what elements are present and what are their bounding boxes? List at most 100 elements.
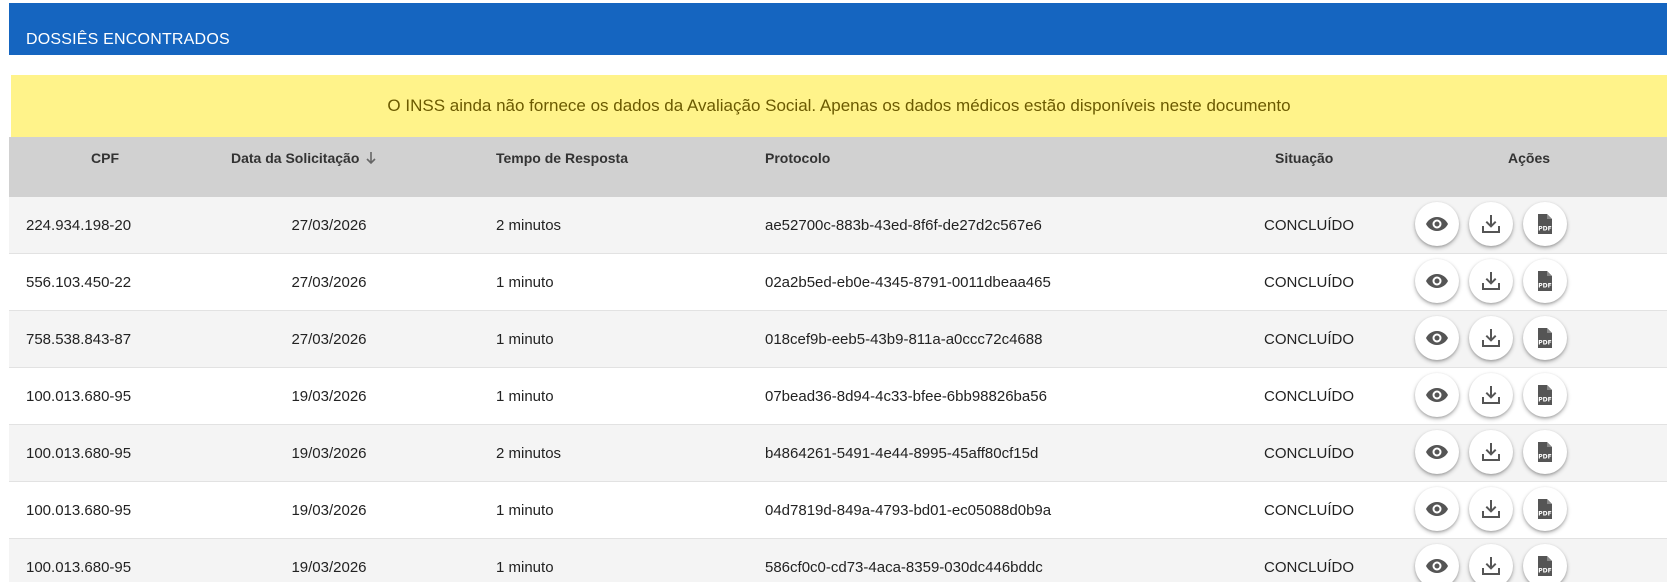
download-button[interactable]: [1469, 202, 1513, 246]
cell-tempo: 1 minuto: [496, 387, 554, 405]
cell-cpf: 100.013.680-95: [26, 501, 132, 519]
header-tempo-resposta[interactable]: Tempo de Resposta: [496, 150, 628, 166]
download-icon: [1482, 500, 1500, 518]
header-data-label: Data da Solicitação: [231, 150, 360, 166]
table-row: 100.013.680-95 19/03/2026 1 minuto 04d78…: [9, 482, 1667, 539]
table-row: 100.013.680-95 19/03/2026 2 minutos b486…: [9, 425, 1667, 482]
cell-cpf: 100.013.680-95: [26, 387, 132, 405]
cell-tempo: 1 minuto: [496, 273, 554, 291]
header-data-solicitacao[interactable]: Data da Solicitação: [231, 150, 377, 166]
notice-banner: O INSS ainda não fornece os dados da Ava…: [11, 75, 1667, 137]
cell-situacao: CONCLUÍDO: [1263, 273, 1354, 291]
cell-tempo: 1 minuto: [496, 501, 554, 519]
pdf-button[interactable]: PDF: [1523, 316, 1567, 360]
download-icon: [1482, 557, 1500, 575]
table-header: CPF Data da Solicitação Tempo de Respost…: [9, 137, 1667, 197]
pdf-button[interactable]: PDF: [1523, 430, 1567, 474]
table-row: 758.538.843-87 27/03/2026 1 minuto 018ce…: [9, 311, 1667, 368]
cell-protocolo: 018cef9b-eeb5-43b9-811a-a0ccc72c4688: [765, 330, 1043, 348]
eye-icon: [1426, 502, 1448, 516]
download-button[interactable]: [1469, 544, 1513, 582]
pdf-button[interactable]: PDF: [1523, 373, 1567, 417]
download-icon: [1482, 272, 1500, 290]
cell-data: 27/03/2026: [291, 330, 367, 348]
download-icon: [1482, 443, 1500, 461]
view-button[interactable]: [1415, 430, 1459, 474]
cell-protocolo: 586cf0c0-cd73-4aca-8359-030dc446bddc: [765, 558, 1043, 576]
header-cpf[interactable]: CPF: [91, 150, 119, 166]
cell-cpf: 100.013.680-95: [26, 558, 132, 576]
cell-tempo: 2 minutos: [496, 444, 562, 462]
download-button[interactable]: [1469, 373, 1513, 417]
eye-icon: [1426, 274, 1448, 288]
pdf-button[interactable]: PDF: [1523, 487, 1567, 531]
pdf-file-icon: PDF: [1538, 328, 1552, 348]
view-button[interactable]: [1415, 202, 1459, 246]
header-acoes: Ações: [1508, 150, 1551, 166]
cell-cpf: 758.538.843-87: [26, 330, 132, 348]
pdf-file-icon: PDF: [1538, 499, 1552, 519]
cell-protocolo: 07bead36-8d94-4c33-bfee-6bb98826ba56: [765, 387, 1047, 405]
view-button[interactable]: [1415, 487, 1459, 531]
cell-situacao: CONCLUÍDO: [1263, 387, 1354, 405]
notice-text: O INSS ainda não fornece os dados da Ava…: [387, 96, 1291, 115]
pdf-file-icon: PDF: [1538, 442, 1552, 462]
svg-text:PDF: PDF: [1538, 454, 1551, 461]
table-row: 224.934.198-20 27/03/2026 2 minutos ae52…: [9, 197, 1667, 254]
pdf-file-icon: PDF: [1538, 214, 1552, 234]
svg-text:PDF: PDF: [1538, 397, 1551, 404]
eye-icon: [1426, 217, 1448, 231]
cell-protocolo: ae52700c-883b-43ed-8f6f-de27d2c567e6: [765, 216, 1042, 234]
cell-situacao: CONCLUÍDO: [1263, 501, 1354, 519]
view-button[interactable]: [1415, 373, 1459, 417]
dossies-table: CPF Data da Solicitação Tempo de Respost…: [9, 137, 1667, 582]
cell-cpf: 100.013.680-95: [26, 444, 132, 462]
cell-data: 19/03/2026: [291, 558, 367, 576]
cell-protocolo: 04d7819d-849a-4793-bd01-ec05088d0b9a: [765, 501, 1052, 519]
cell-data: 27/03/2026: [291, 216, 367, 234]
cell-protocolo: 02a2b5ed-eb0e-4345-8791-0011dbeaa465: [765, 273, 1051, 291]
download-button[interactable]: [1469, 316, 1513, 360]
svg-text:PDF: PDF: [1538, 283, 1551, 290]
eye-icon: [1426, 445, 1448, 459]
row-actions: PDF: [1415, 316, 1567, 360]
svg-text:PDF: PDF: [1538, 340, 1551, 347]
download-icon: [1482, 215, 1500, 233]
table-row: 556.103.450-22 27/03/2026 1 minuto 02a2b…: [9, 254, 1667, 311]
cell-data: 27/03/2026: [291, 273, 367, 291]
view-button[interactable]: [1415, 316, 1459, 360]
download-button[interactable]: [1469, 487, 1513, 531]
view-button[interactable]: [1415, 544, 1459, 582]
download-button[interactable]: [1469, 430, 1513, 474]
eye-icon: [1426, 331, 1448, 345]
cell-tempo: 1 minuto: [496, 330, 554, 348]
pdf-button[interactable]: PDF: [1523, 544, 1567, 582]
cell-situacao: CONCLUÍDO: [1263, 330, 1354, 348]
cell-tempo: 1 minuto: [496, 558, 554, 576]
pdf-button[interactable]: PDF: [1523, 202, 1567, 246]
svg-text:PDF: PDF: [1538, 568, 1551, 575]
eye-icon: [1426, 559, 1448, 573]
row-actions: PDF: [1415, 544, 1567, 582]
header-protocolo[interactable]: Protocolo: [765, 150, 830, 166]
cell-data: 19/03/2026: [291, 387, 367, 405]
svg-text:PDF: PDF: [1538, 511, 1551, 518]
cell-situacao: CONCLUÍDO: [1263, 216, 1354, 234]
row-actions: PDF: [1415, 373, 1567, 417]
pdf-button[interactable]: PDF: [1523, 259, 1567, 303]
cell-protocolo: b4864261-5491-4e44-8995-45aff80cf15d: [765, 444, 1039, 462]
pdf-file-icon: PDF: [1538, 385, 1552, 405]
header-situacao[interactable]: Situação: [1275, 150, 1333, 166]
table-body: 224.934.198-20 27/03/2026 2 minutos ae52…: [9, 197, 1667, 582]
view-button[interactable]: [1415, 259, 1459, 303]
cell-situacao: CONCLUÍDO: [1263, 444, 1354, 462]
download-button[interactable]: [1469, 259, 1513, 303]
download-icon: [1482, 386, 1500, 404]
cell-cpf: 224.934.198-20: [26, 216, 132, 234]
cell-cpf: 556.103.450-22: [26, 273, 132, 291]
arrow-down-icon[interactable]: [365, 150, 377, 166]
cell-situacao: CONCLUÍDO: [1263, 558, 1354, 576]
pdf-file-icon: PDF: [1538, 556, 1552, 576]
table-row: 100.013.680-95 19/03/2026 1 minuto 07bea…: [9, 368, 1667, 425]
dossies-panel: DOSSIÊS ENCONTRADOS O INSS ainda não for…: [9, 3, 1667, 582]
